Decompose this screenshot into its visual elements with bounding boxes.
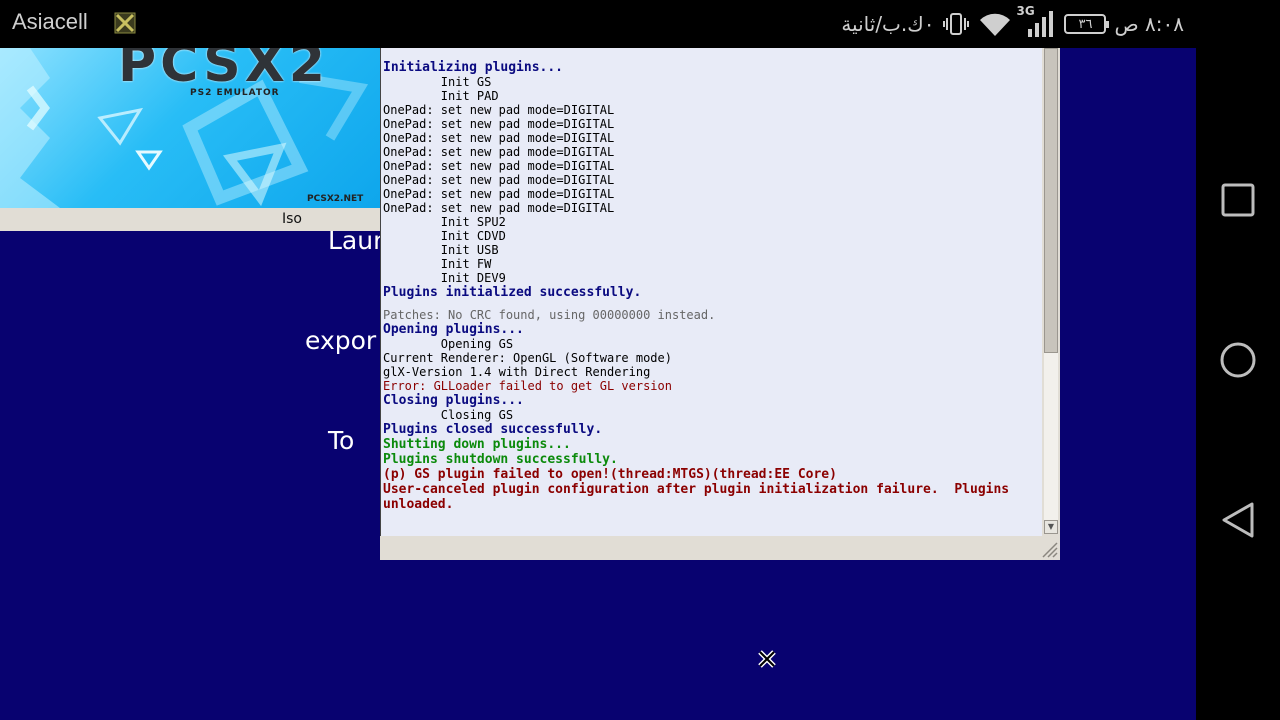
carrier-name: Asiacell	[12, 9, 88, 34]
log-line: Init CDVD	[383, 229, 506, 243]
log-line: OnePad: set new pad mode=DIGITAL	[383, 117, 615, 131]
scroll-thumb[interactable]	[1044, 48, 1058, 353]
log-line: Current Renderer: OpenGL (Software mode)	[383, 351, 672, 365]
log-line: Plugins shutdown successfully.	[383, 452, 618, 467]
battery-level: ٣٦	[1078, 16, 1093, 32]
log-line: Plugins closed successfully.	[383, 422, 603, 437]
log-spacer	[383, 300, 1042, 308]
log-line: OnePad: set new pad mode=DIGITAL	[383, 187, 615, 201]
log-line: OnePad: set new pad mode=DIGITAL	[383, 145, 615, 159]
battery-icon: ٣٦	[1064, 14, 1110, 34]
home-icon[interactable]	[1218, 340, 1258, 380]
log-line: OnePad: set new pad mode=DIGITAL	[383, 173, 615, 187]
log-line: Closing GS	[383, 408, 514, 422]
log-line: Closing plugins...	[383, 393, 524, 408]
vibrate-icon	[943, 13, 970, 35]
log-line: Init PAD	[383, 89, 499, 103]
recent-apps-icon[interactable]	[1218, 180, 1258, 220]
console-log-window: Initializing plugins... Init GS Init PAD…	[380, 48, 1060, 560]
banner-subtitle: PS2 EMULATOR	[190, 88, 280, 98]
log-line: Patches: No CRC found, using 00000000 in…	[383, 308, 716, 322]
log-line: glX-Version 1.4 with Direct Rendering	[383, 365, 651, 379]
banner-site: PCSX2.NET	[307, 194, 364, 204]
console-log-area[interactable]: Initializing plugins... Init GS Init PAD…	[380, 48, 1042, 536]
log-line: OnePad: set new pad mode=DIGITAL	[383, 201, 615, 215]
wifi-icon	[980, 13, 1011, 36]
signal-indicator: 3G	[1016, 4, 1056, 39]
status-bar: Asiacell ٠ك.ب/ثانية 3G ٣٦ ٨:٠٨ ص	[0, 0, 1196, 48]
iso-status-strip: Iso	[0, 208, 380, 231]
carrier-badge-icon	[114, 12, 136, 34]
background-text-line2: expor	[305, 326, 377, 355]
log-line: OnePad: set new pad mode=DIGITAL	[383, 131, 615, 145]
navigation-bar	[1196, 0, 1280, 720]
console-lines: Initializing plugins... Init GS Init PAD…	[381, 48, 1042, 512]
vertical-scrollbar[interactable]: ▼	[1042, 48, 1060, 536]
log-line: Init GS	[383, 75, 492, 89]
status-icons: ٠ك.ب/ثانية 3G ٣٦ ٨:٠٨ ص	[841, 4, 1184, 40]
signal-icon	[1028, 11, 1054, 37]
background-text-line3: To	[328, 426, 355, 455]
iso-label: Iso	[282, 211, 302, 227]
log-line: Init FW	[383, 257, 492, 271]
log-line: Init USB	[383, 243, 499, 257]
log-line: (p) GS plugin failed to open!(thread:MTG…	[383, 467, 837, 482]
log-line: OnePad: set new pad mode=DIGITAL	[383, 103, 615, 117]
log-line: Initializing plugins...	[383, 60, 564, 75]
log-line: Init SPU2	[383, 215, 506, 229]
clock: ٨:٠٨ ص	[1114, 12, 1184, 36]
pcsx2-banner: PCSX2 PS2 EMULATOR PCSX2.NET	[0, 48, 380, 208]
log-line: User-canceled plugin configuration after…	[383, 482, 1017, 512]
resize-grip-icon[interactable]	[1040, 540, 1058, 558]
scroll-down-arrow-icon[interactable]: ▼	[1044, 520, 1058, 534]
log-line: Shutting down plugins...	[383, 437, 571, 452]
x-cursor-icon	[758, 650, 776, 668]
back-icon[interactable]	[1218, 500, 1258, 540]
log-line: Opening GS	[383, 337, 514, 351]
log-line: OnePad: set new pad mode=DIGITAL	[383, 159, 615, 173]
log-line: Error: GLLoader failed to get GL version	[383, 379, 672, 393]
data-rate-text: ٠ك.ب/ثانية	[841, 12, 935, 36]
log-line: Plugins initialized successfully.	[383, 285, 642, 300]
log-line: Init DEV9	[383, 271, 506, 285]
log-line: Opening plugins...	[383, 322, 524, 337]
